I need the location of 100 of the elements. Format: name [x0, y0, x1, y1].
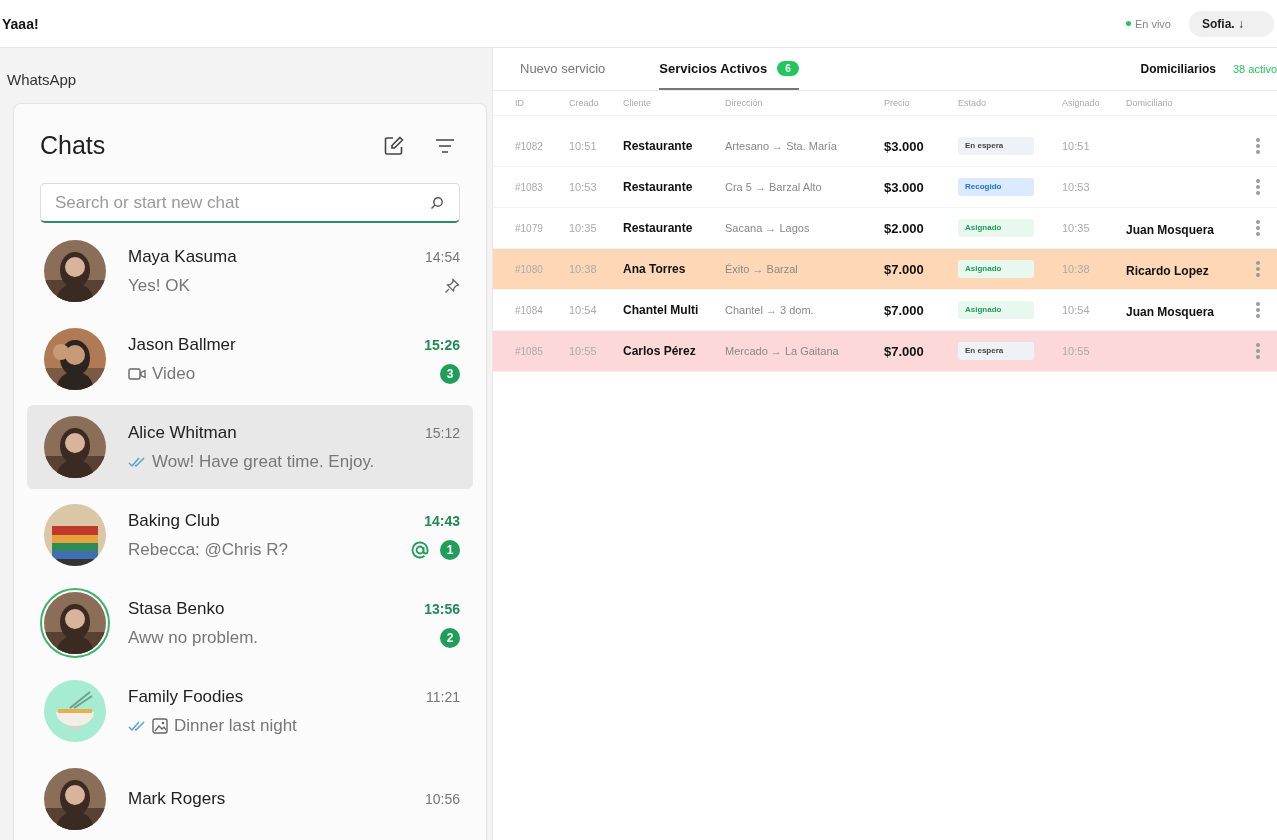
chat-item[interactable]: Family Foodies 11:21 Dinner last night: [27, 669, 473, 753]
more-options-icon[interactable]: [1255, 342, 1261, 360]
status-badge: En espera: [958, 342, 1034, 360]
message-time: 10:56: [424, 791, 460, 807]
route-address: Sacana → Lagos: [725, 222, 811, 234]
more-options-icon[interactable]: [1255, 178, 1261, 196]
price: $2.000: [884, 220, 925, 236]
unread-count: 1: [440, 539, 460, 560]
route-address: Chantel → 3 dom.: [725, 304, 815, 316]
message-time: 15:12: [424, 424, 460, 441]
price: $7.000: [884, 261, 925, 277]
search-field[interactable]: Search or start new chat: [40, 183, 460, 223]
user-menu-button[interactable]: Sofia. ↓: [1189, 10, 1274, 37]
client-name: Carlos Pérez: [623, 344, 697, 358]
contact-name: Mark Rogers: [128, 789, 226, 809]
message-time: 14:54: [424, 248, 460, 265]
chat-item[interactable]: Mark Rogers 10:56: [27, 757, 473, 840]
contact-name: Baking Club: [128, 510, 220, 531]
chat-item[interactable]: Maya Kasuma 14:54 Yes! OK: [27, 229, 473, 313]
unread-count: 2: [440, 627, 460, 648]
live-status: En vivo: [1125, 17, 1171, 30]
client-name: Ana Torres: [623, 262, 687, 276]
video-icon: [128, 366, 146, 381]
order-id: #1080: [515, 263, 544, 275]
assigned-time: 10:53: [1062, 181, 1091, 193]
message-preview: Video: [152, 363, 196, 384]
route-address: Artesano → Sta. María: [725, 140, 838, 152]
column-header: Creado: [569, 98, 600, 108]
created-time: 10:51: [569, 140, 598, 152]
message-time: 14:43: [424, 512, 460, 529]
unread-count: 3: [440, 363, 460, 384]
created-time: 10:38: [569, 263, 598, 275]
message-preview: Rebecca: @Chris R?: [128, 539, 288, 560]
more-options-icon[interactable]: [1255, 137, 1261, 155]
route-address: Mercado → La Gaitana: [725, 345, 840, 357]
price: $7.000: [884, 343, 925, 359]
message-time: 15:26: [424, 336, 460, 353]
message-time: 13:56: [424, 600, 460, 617]
price: $7.000: [884, 302, 925, 318]
created-time: 10:54: [569, 304, 598, 316]
compose-icon[interactable]: [383, 134, 405, 157]
assigned-time: 10:54: [1062, 304, 1091, 316]
courier-name: Ricardo Lopez: [1126, 263, 1209, 278]
search-icon[interactable]: [430, 196, 444, 210]
order-id: #1082: [515, 140, 544, 152]
contact-name: Maya Kasuma: [128, 246, 237, 267]
status-badge: Asignado: [958, 301, 1034, 319]
message-preview: Dinner last night: [174, 715, 297, 736]
more-options-icon[interactable]: [1255, 219, 1261, 237]
more-options-icon[interactable]: [1255, 260, 1261, 278]
contact-name: Alice Whitman: [128, 422, 237, 443]
assigned-time: 10:38: [1062, 263, 1091, 275]
contact-name: Family Foodies: [128, 686, 244, 707]
assigned-time: 10:35: [1062, 222, 1091, 234]
assigned-time: 10:55: [1062, 345, 1091, 357]
created-time: 10:55: [569, 345, 598, 357]
order-id: #1083: [515, 181, 544, 193]
courier-name: Juan Mosquera: [1126, 222, 1215, 237]
status-badge: Recogido: [958, 178, 1034, 196]
chat-item[interactable]: Stasa Benko 13:56 Aww no problem. 2: [27, 581, 473, 665]
column-header: Cliente: [623, 98, 652, 108]
contact-name: Jason Ballmer: [128, 334, 236, 355]
chat-item[interactable]: Jason Ballmer 15:26 Video 3: [27, 317, 473, 401]
order-id: #1084: [515, 304, 544, 316]
route-address: Éxito → Barzal: [725, 263, 799, 275]
message-preview: Yes! OK: [128, 275, 190, 296]
table-row[interactable]: #1082 10:51 Restaurante Artesano → Sta. María $3.000 En espera 10:51: [493, 126, 1277, 167]
chats-title: Chats: [40, 131, 106, 160]
status-badge: Asignado: [958, 219, 1034, 237]
client-name: Restaurante: [623, 180, 694, 194]
table-row[interactable]: #1085 10:55 Carlos Pérez Mercado → La Gaitana $7.000 En espera 10:55: [493, 331, 1277, 372]
app-name: WhatsApp: [6, 70, 78, 90]
message-preview: Wow! Have great time. Enjoy.: [152, 451, 375, 472]
tab[interactable]: Servicios Activos 6: [659, 48, 799, 90]
status-badge: Asignado: [958, 260, 1034, 278]
chat-item[interactable]: Baking Club 14:43 Rebecca: @Chris R? 1: [27, 493, 473, 577]
app-title: Yaaa!: [2, 15, 39, 32]
order-id: #1079: [515, 222, 544, 234]
column-header: Dirección: [725, 98, 764, 108]
client-name: Chantel Multi: [623, 303, 700, 317]
count-badge: 6: [777, 60, 799, 76]
more-options-icon[interactable]: [1255, 301, 1261, 319]
active-count: 38 activo: [1232, 63, 1277, 75]
column-header: Precio: [884, 98, 911, 108]
client-name: Restaurante: [623, 139, 694, 153]
filter-icon[interactable]: [435, 137, 455, 154]
table-row[interactable]: #1080 10:38 Ana Torres Éxito → Barzal $7.000 Asignado 10:38 Ricardo Lopez: [493, 249, 1277, 290]
column-header: Asignado: [1062, 98, 1101, 108]
courier-name: Juan Mosquera: [1126, 304, 1215, 319]
table-row[interactable]: #1083 10:53 Restaurante Cra 5 → Barzal Alto $3.000 Recogido 10:53: [493, 167, 1277, 208]
created-time: 10:35: [569, 222, 598, 234]
client-name: Restaurante: [623, 221, 694, 235]
image-icon: [152, 717, 168, 734]
price: $3.000: [884, 179, 925, 195]
column-header: Domiciliario: [1126, 98, 1174, 108]
message-preview: Aww no problem.: [128, 627, 259, 648]
contact-name: Stasa Benko: [128, 598, 225, 619]
column-header: ID: [515, 98, 525, 108]
tab[interactable]: Nuevo servicio: [520, 48, 606, 90]
chat-item[interactable]: Alice Whitman 15:12 Wow! Have great time. Enjoy.: [27, 405, 473, 489]
